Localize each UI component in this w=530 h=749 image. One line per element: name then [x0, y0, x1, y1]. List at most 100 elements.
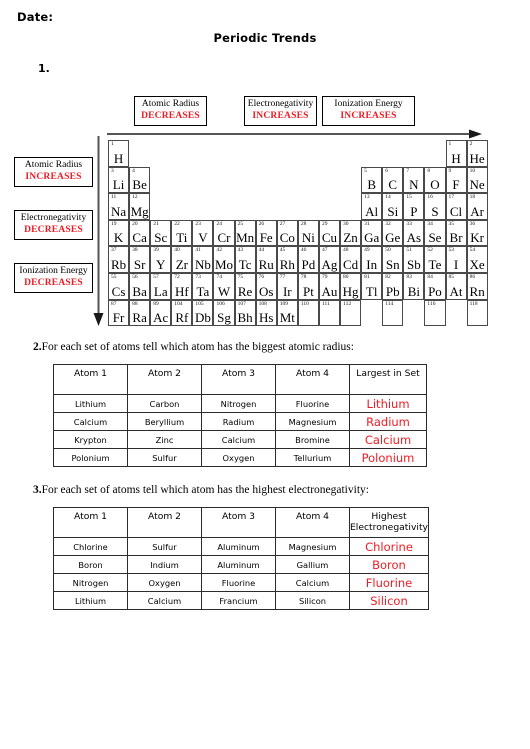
- periodic-cell-Pt: 78 Pt: [297, 272, 319, 300]
- periodic-cell-La: 57 La: [150, 272, 172, 300]
- atomic-number: 109: [279, 300, 288, 307]
- table-row: Nitrogen Oxygen Fluorine Calcium Fluorin…: [53, 573, 429, 592]
- column-header: Largest in Set: [349, 364, 427, 395]
- element-symbol: Co: [279, 230, 295, 246]
- periodic-cell-empty: [150, 167, 171, 194]
- periodic-cell-empty: [235, 167, 256, 194]
- atomic-number: 16: [427, 194, 433, 201]
- periodic-cell-Sr: 38 Sr: [129, 246, 151, 273]
- periodic-cell-empty: [256, 193, 277, 220]
- periodic-cell-Ta: 73 Ta: [192, 272, 214, 300]
- periodic-cell-empty: [235, 193, 256, 220]
- atom-cell: Krypton: [53, 430, 128, 449]
- atomic-number: 39: [153, 247, 159, 254]
- element-symbol: Ca: [132, 230, 147, 246]
- periodic-cell-empty: [192, 167, 213, 194]
- periodic-cell-Db: 105 Db: [192, 299, 214, 327]
- column-header: Atom 2: [127, 507, 202, 538]
- periodic-cell-Ar: 18 Ar: [466, 193, 488, 220]
- element-symbol: Cs: [111, 283, 126, 299]
- periodic-table: 1 H 1 H 2 He 3 Li 4 Be 5 B 6 C 7 N 8 O 9 F 10 Ne 11 Na 12 Mg 13 Al 1…: [108, 140, 488, 327]
- atomic-number: 35: [448, 220, 455, 227]
- periodic-cell-H: 1H: [108, 140, 130, 167]
- periodic-cell-Ac: 89 Ac: [150, 299, 172, 327]
- periodic-cell-Li: 3 Li: [108, 166, 130, 194]
- atomic-number: 13: [364, 194, 370, 201]
- element-symbol: Hs: [258, 310, 274, 326]
- element-symbol: Pt: [302, 283, 314, 299]
- atomic-number: 43: [237, 247, 244, 254]
- element-symbol: Po: [428, 283, 442, 299]
- atomic-number: 114: [385, 300, 394, 307]
- periodic-cell-Pd: 46 Pd: [297, 246, 319, 273]
- element-symbol: N: [409, 177, 419, 193]
- atom-cell: Oxygen: [127, 573, 202, 592]
- periodic-cell-K: 19 K: [108, 219, 130, 247]
- element-symbol: C: [388, 177, 398, 193]
- atomic-number: 33: [406, 220, 412, 227]
- page-title: Periodic Trends: [213, 31, 317, 45]
- periodic-cell-empty: [277, 167, 298, 194]
- atom-cell: Beryllium: [127, 412, 202, 431]
- atom-cell: Aluminum: [201, 555, 276, 574]
- trend-name: Ionization Energy: [19, 266, 88, 276]
- periodic-cell-Ra: 88 Ra: [129, 299, 151, 327]
- atomic-number: 86: [469, 273, 476, 280]
- periodic-cell-empty: [340, 193, 361, 220]
- trend-name: Atomic Radius: [24, 160, 83, 170]
- atomic-number: 111: [321, 300, 330, 307]
- periodic-cell-Bh: 107 Bh: [234, 299, 256, 327]
- element-symbol: Hg: [342, 283, 359, 299]
- atomic-number: 75: [237, 273, 244, 280]
- element-symbol: Sb: [406, 256, 421, 272]
- table-row: Polonium Sulfur Oxygen Tellurium Poloniu…: [53, 448, 427, 467]
- periodic-cell-empty: [446, 300, 467, 327]
- trend-value: INCREASES: [340, 110, 397, 121]
- element-symbol: Ge: [385, 230, 401, 246]
- periodic-cell-Fe: 26 Fe: [255, 219, 277, 247]
- atomic-number: 108: [258, 300, 267, 307]
- periodic-cell-Hf: 72 Hf: [171, 272, 193, 300]
- element-symbol: At: [449, 283, 463, 299]
- periodic-cell-empty: [150, 140, 171, 167]
- column-header: Atom 3: [201, 364, 276, 395]
- atomic-number: 78: [300, 273, 307, 280]
- periodic-cell-Au: 79 Au: [318, 272, 341, 300]
- element-symbol: I: [453, 256, 459, 272]
- table-row: Boron Indium Aluminum Gallium Boron: [53, 555, 429, 574]
- answer-cell: Silicon: [349, 591, 429, 610]
- atom-cell: Magnesium: [275, 537, 350, 556]
- element-symbol: Bi: [407, 283, 420, 299]
- atomic-number: 112: [343, 300, 352, 307]
- atom-cell: Nitrogen: [201, 394, 276, 413]
- atom-cell: Lithium: [53, 394, 128, 413]
- column-header: Atom 4: [275, 507, 350, 538]
- atomic-number: 41: [195, 247, 201, 254]
- atomic-number: 31: [364, 220, 370, 227]
- atom-cell: Bromine: [275, 430, 350, 449]
- periodic-cell-Sb: 51 Sb: [403, 246, 425, 273]
- periodic-cell-At: 85 At: [445, 272, 467, 300]
- periodic-cell-Cu: 29 Cu: [318, 219, 341, 247]
- element-symbol: Re: [237, 283, 253, 299]
- element-symbol: Cr: [217, 230, 231, 246]
- column-header: Atom 1: [53, 507, 128, 538]
- atom-cell: Fluorine: [275, 394, 350, 413]
- atomic-number: 89: [153, 300, 159, 307]
- trend-box-atomic-radius-vertical: Atomic Radius INCREASES: [14, 157, 93, 187]
- element-symbol: Bh: [237, 310, 253, 326]
- trend-value: DECREASES: [24, 224, 83, 235]
- atomic-number: 85: [448, 273, 455, 280]
- atomic-number: 84: [427, 273, 433, 280]
- element-symbol: Ti: [176, 230, 188, 246]
- date-label: Date:: [17, 10, 54, 24]
- atomic-number: 22: [174, 220, 180, 227]
- element-symbol: Cd: [342, 256, 359, 272]
- periodic-cell-Cl: 17 Cl: [445, 193, 467, 220]
- atomic-number: 9: [448, 167, 452, 174]
- trend-box-atomic-radius-horizontal: Atomic Radius DECREASES: [134, 96, 207, 126]
- periodic-cell-empty: [256, 167, 277, 194]
- question-3-prompt: For each set of atoms tell which atom ha…: [41, 484, 369, 496]
- table-header-row: Atom 1 Atom 2 Atom 3 Atom 4 Highest Elec…: [53, 507, 429, 538]
- periodic-cell-empty: [150, 193, 171, 220]
